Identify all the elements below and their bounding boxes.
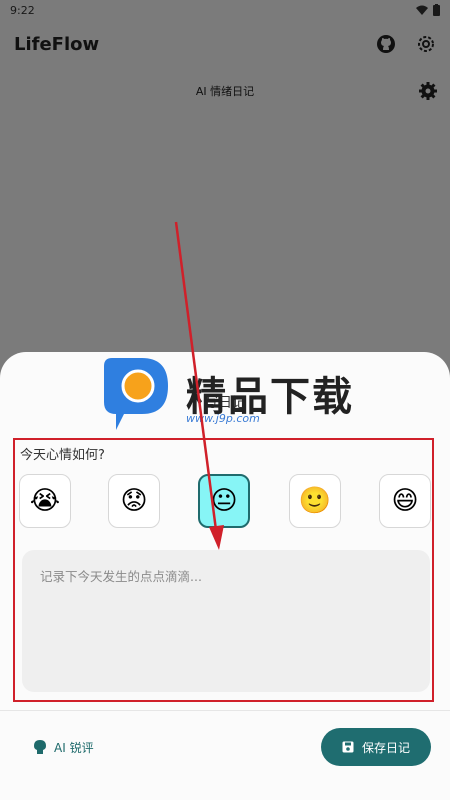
mood-question: 今天心情如何? bbox=[20, 448, 105, 463]
watermark-url: www.j9p.com bbox=[186, 412, 260, 425]
diary-text-input[interactable] bbox=[22, 550, 430, 692]
mood-selector: 😭 😟 😐 🙂 😄 bbox=[19, 474, 431, 530]
mood-neutral-button[interactable]: 😐 bbox=[198, 474, 250, 528]
save-icon bbox=[342, 741, 354, 753]
mood-worried-button[interactable]: 😟 bbox=[108, 474, 160, 528]
mood-happy-button[interactable]: 😄 bbox=[379, 474, 431, 528]
mood-smile-button[interactable]: 🙂 bbox=[289, 474, 341, 528]
ai-review-label: AI 锐评 bbox=[54, 740, 94, 755]
slight-smile-icon: 🙂 bbox=[298, 486, 332, 516]
grin-face-icon: 😄 bbox=[391, 486, 419, 516]
brain-icon bbox=[34, 740, 46, 754]
save-diary-button[interactable]: 保存日记 bbox=[321, 728, 431, 766]
watermark: 精品下载 www.j9p.com bbox=[98, 356, 358, 432]
worried-face-icon: 😟 bbox=[120, 486, 148, 516]
ai-review-button[interactable]: AI 锐评 bbox=[34, 735, 94, 759]
neutral-face-icon: 😐 bbox=[210, 486, 238, 516]
crying-face-icon: 😭 bbox=[29, 486, 61, 516]
sheet-divider bbox=[0, 710, 450, 711]
mood-crying-button[interactable]: 😭 bbox=[19, 474, 71, 528]
save-diary-label: 保存日记 bbox=[361, 740, 410, 755]
watermark-logo-icon bbox=[104, 358, 168, 430]
